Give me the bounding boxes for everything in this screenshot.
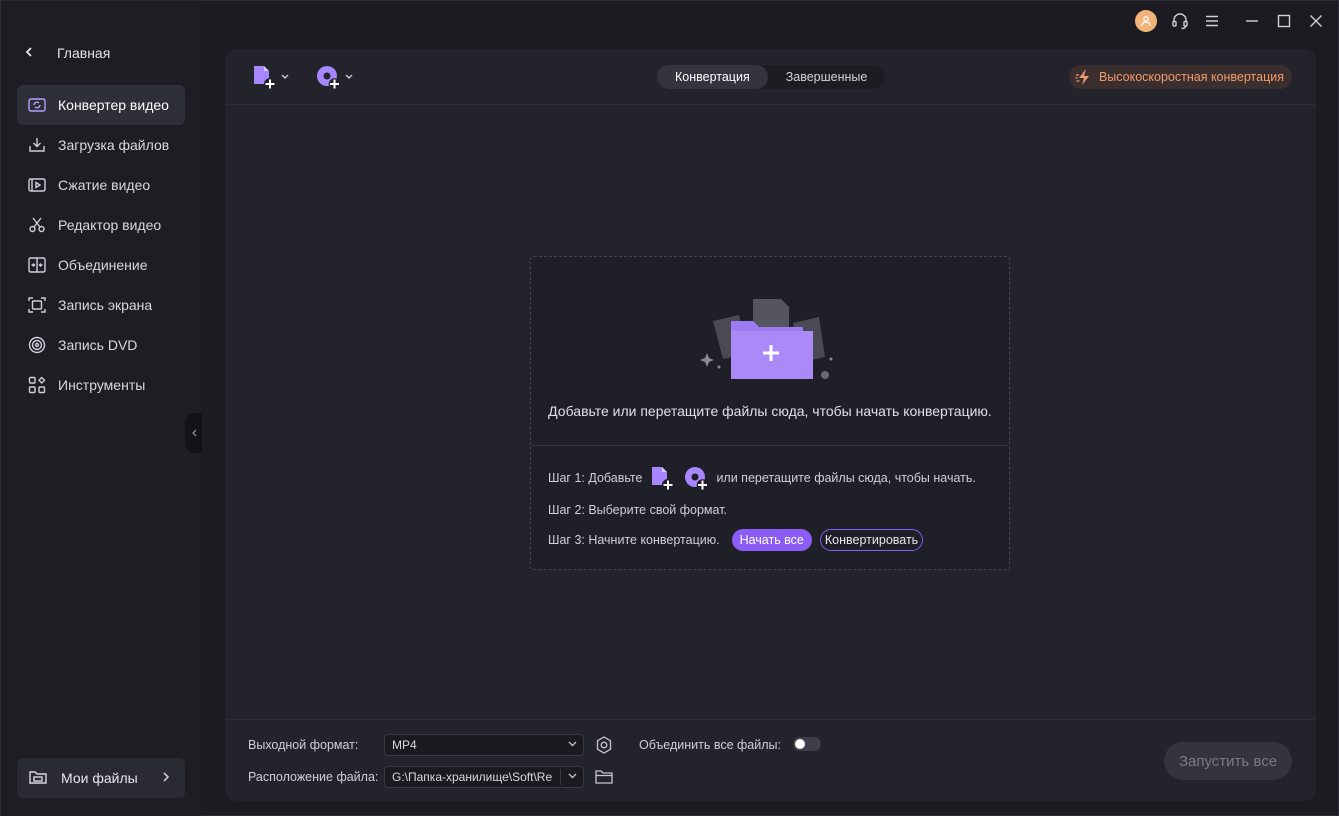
tab-completed[interactable]: Завершенные bbox=[768, 65, 886, 89]
select-divider bbox=[560, 769, 561, 785]
toolbar: Конвертация Завершенные Высокоскоростная… bbox=[225, 49, 1316, 105]
sidebar-item-screen-record[interactable]: Запись экрана bbox=[17, 285, 185, 325]
step-2: Шаг 2: Выберите свой формат. bbox=[548, 503, 728, 517]
file-location-label: Расположение файла: bbox=[248, 770, 379, 784]
sidebar-nav: Конвертер видео Загрузка файлов Сжатие в… bbox=[17, 85, 185, 405]
close-icon bbox=[1310, 15, 1322, 27]
chevron-left-icon bbox=[191, 429, 196, 437]
add-folder-illustration-icon bbox=[700, 299, 833, 379]
settings-gear-icon bbox=[596, 736, 612, 754]
step-1-prefix: Шаг 1: Добавьте bbox=[548, 471, 643, 485]
add-file-icon bbox=[254, 66, 276, 90]
lightning-icon bbox=[1075, 69, 1089, 85]
maximize-icon bbox=[1277, 14, 1291, 28]
chevron-down-icon bbox=[345, 72, 353, 82]
video-converter-icon bbox=[28, 96, 46, 114]
chevron-down-icon bbox=[281, 72, 289, 82]
output-format-label: Выходной формат: bbox=[248, 738, 359, 752]
chevron-down-icon bbox=[568, 771, 577, 781]
my-files-label: Мои файлы bbox=[61, 770, 138, 786]
sidebar-item-editor[interactable]: Редактор видео bbox=[17, 205, 185, 245]
headset-icon bbox=[1172, 13, 1188, 30]
drop-zone-divider bbox=[531, 445, 1009, 446]
minimize-icon bbox=[1246, 20, 1258, 22]
merge-icon bbox=[28, 256, 46, 274]
add-dvd-icon[interactable] bbox=[682, 465, 710, 491]
app-window: Главная Конвертер видео Загрузка файлов … bbox=[0, 0, 1339, 816]
add-dvd-icon bbox=[317, 66, 341, 90]
file-location-value: G:\Папка-хранилище\Soft\Re bbox=[392, 770, 553, 784]
add-files-button[interactable] bbox=[251, 63, 289, 91]
main-panel: Конвертация Завершенные Высокоскоростная… bbox=[225, 49, 1316, 801]
bottom-bar: Выходной формат: MP4 Объединить все файл… bbox=[225, 719, 1316, 801]
open-folder-button[interactable] bbox=[594, 768, 614, 791]
screen-record-icon bbox=[28, 296, 46, 314]
step-1-suffix: или перетащите файлы сюда, чтобы начать. bbox=[716, 471, 976, 485]
merge-files-toggle[interactable] bbox=[793, 737, 821, 751]
minimize-button[interactable] bbox=[1236, 7, 1268, 35]
tab-conversion[interactable]: Конвертация bbox=[657, 65, 768, 89]
drop-zone[interactable]: Добавьте или перетащите файлы сюда, чтоб… bbox=[530, 256, 1010, 570]
merge-files-label: Объединить все файлы: bbox=[639, 738, 781, 752]
tab-group: Конвертация Завершенные bbox=[657, 65, 886, 89]
add-file-icon[interactable] bbox=[648, 465, 676, 491]
fast-conversion-label: Высокоскоростная конвертация bbox=[1098, 70, 1284, 84]
format-settings-button[interactable] bbox=[594, 735, 614, 760]
add-dvd-button[interactable] bbox=[315, 63, 353, 91]
sidebar-item-label: Объединение bbox=[58, 257, 148, 273]
tools-grid-icon bbox=[28, 376, 46, 394]
hamburger-menu-icon bbox=[1206, 15, 1218, 27]
scissors-icon bbox=[28, 216, 46, 234]
support-button[interactable] bbox=[1164, 7, 1196, 35]
chevron-down-icon bbox=[568, 739, 577, 749]
sidebar-item-video-converter[interactable]: Конвертер видео bbox=[17, 85, 185, 125]
download-icon bbox=[28, 136, 46, 154]
folder-icon bbox=[595, 770, 613, 784]
sidebar-item-compress[interactable]: Сжатие видео bbox=[17, 165, 185, 205]
sidebar-item-label: Конвертер видео bbox=[58, 97, 169, 113]
sidebar-item-dvd[interactable]: Запись DVD bbox=[17, 325, 185, 365]
start-all-button[interactable]: Начать все bbox=[731, 529, 812, 551]
dvd-icon bbox=[28, 336, 46, 354]
close-button[interactable] bbox=[1300, 7, 1332, 35]
folder-icon bbox=[29, 769, 47, 788]
maximize-button[interactable] bbox=[1268, 7, 1300, 35]
my-files-button[interactable]: Мои файлы bbox=[17, 758, 185, 798]
sidebar-item-label: Сжатие видео bbox=[58, 177, 151, 193]
sidebar-item-tools[interactable]: Инструменты bbox=[17, 365, 185, 405]
account-button[interactable] bbox=[1132, 7, 1164, 35]
home-label: Главная bbox=[57, 45, 111, 61]
sidebar-item-downloads[interactable]: Загрузка файлов bbox=[17, 125, 185, 165]
run-all-button[interactable]: Запустить все bbox=[1164, 742, 1292, 780]
sidebar-item-label: Загрузка файлов bbox=[58, 137, 170, 153]
sidebar-item-label: Редактор видео bbox=[58, 217, 162, 233]
sidebar-item-label: Запись DVD bbox=[58, 337, 138, 353]
menu-button[interactable] bbox=[1196, 7, 1228, 35]
sidebar: Главная Конвертер видео Загрузка файлов … bbox=[1, 1, 201, 816]
avatar-icon bbox=[1135, 10, 1157, 32]
output-format-value: MP4 bbox=[392, 738, 417, 752]
output-format-select[interactable]: MP4 bbox=[384, 734, 584, 756]
step-3-text: Шаг 3: Начните конвертацию. bbox=[548, 533, 720, 547]
chevron-right-icon bbox=[163, 771, 170, 785]
convert-button[interactable]: Конвертировать bbox=[819, 529, 924, 551]
title-bar bbox=[1132, 7, 1338, 35]
sidebar-item-label: Запись экрана bbox=[58, 297, 153, 313]
drop-zone-text: Добавьте или перетащите файлы сюда, чтоб… bbox=[548, 403, 992, 419]
fast-conversion-button[interactable]: Высокоскоростная конвертация bbox=[1068, 65, 1292, 89]
home-link[interactable]: Главная bbox=[25, 43, 110, 63]
sidebar-item-label: Инструменты bbox=[58, 377, 146, 393]
sidebar-collapse-handle[interactable] bbox=[185, 413, 202, 453]
file-location-select[interactable]: G:\Папка-хранилище\Soft\Re bbox=[384, 766, 584, 788]
chevron-left-icon bbox=[25, 46, 35, 60]
compress-icon bbox=[28, 176, 46, 194]
step-3: Шаг 3: Начните конвертацию. Начать все К… bbox=[548, 528, 924, 552]
sidebar-item-merge[interactable]: Объединение bbox=[17, 245, 185, 285]
step-1: Шаг 1: Добавьте или перетащите файлы сюд… bbox=[548, 465, 976, 491]
